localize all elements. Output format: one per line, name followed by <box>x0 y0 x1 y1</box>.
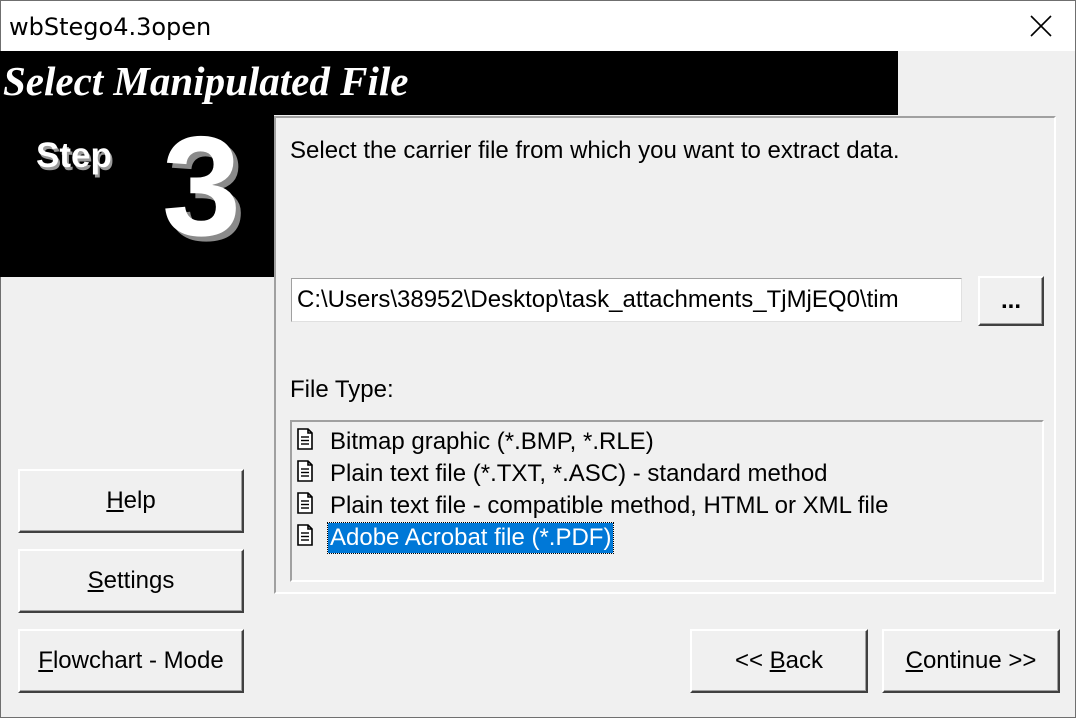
help-button[interactable]: Help <box>18 469 244 533</box>
help-mnemonic: H <box>106 487 124 514</box>
step-label: Step <box>36 136 112 175</box>
back-label: ack <box>785 647 824 674</box>
back-button[interactable]: << Back <box>690 629 868 693</box>
settings-mnemonic: S <box>87 567 104 594</box>
list-item-selected[interactable]: Adobe Acrobat file (*.PDF) <box>296 522 615 554</box>
document-icon <box>297 524 313 546</box>
help-label: elp <box>123 487 156 514</box>
list-item[interactable]: Bitmap graphic (*.BMP, *.RLE) <box>296 426 656 458</box>
file-type-label: File Type: <box>290 376 394 403</box>
list-item-label: Plain text file (*.TXT, *.ASC) - standar… <box>330 460 828 487</box>
file-path-field[interactable] <box>291 278 962 322</box>
flowchart-mode-button[interactable]: Flowchart - Mode <box>18 629 244 693</box>
close-icon[interactable] <box>1007 1 1075 51</box>
instruction-text: Select the carrier file from which you w… <box>290 137 900 164</box>
list-item-label: Plain text file - compatible method, HTM… <box>330 492 889 519</box>
continue-button[interactable]: Continue >> <box>882 629 1060 693</box>
title-bar[interactable]: wbStego4.3open <box>1 1 1075 51</box>
back-prefix: << <box>734 647 770 674</box>
continue-label: ontinue >> <box>922 647 1037 674</box>
page-title: Select Manipulated File <box>3 58 409 104</box>
list-item-label: Bitmap graphic (*.BMP, *.RLE) <box>330 428 654 455</box>
document-icon <box>297 428 313 450</box>
file-type-list[interactable]: Bitmap graphic (*.BMP, *.RLE) Plain text… <box>290 420 1044 582</box>
list-item-label: Adobe Acrobat file (*.PDF) <box>326 522 615 554</box>
list-item[interactable]: Plain text file - compatible method, HTM… <box>296 490 890 522</box>
continue-mnemonic: C <box>905 647 923 674</box>
step-number: 3 <box>162 107 241 266</box>
flowchart-label: lowchart - Mode <box>52 647 224 674</box>
document-icon <box>297 460 313 482</box>
document-icon <box>297 492 313 514</box>
window-title: wbStego4.3open <box>9 13 212 41</box>
settings-button[interactable]: Settings <box>18 549 244 613</box>
browse-button[interactable]: ... <box>978 276 1044 326</box>
settings-label: ettings <box>103 567 175 594</box>
back-mnemonic: B <box>769 647 786 674</box>
list-item[interactable]: Plain text file (*.TXT, *.ASC) - standar… <box>296 458 830 490</box>
flowchart-mnemonic: F <box>38 647 53 674</box>
